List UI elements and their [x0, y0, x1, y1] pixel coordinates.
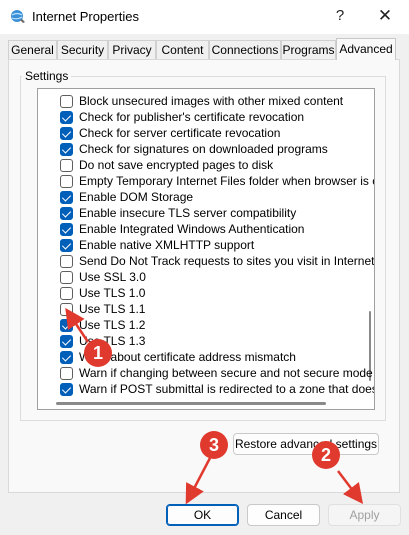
checkbox-checked[interactable]	[60, 207, 73, 220]
checkbox-checked[interactable]	[60, 239, 73, 252]
checkbox-unchecked[interactable]	[60, 303, 73, 316]
settings-item-label: Use SSL 3.0	[79, 270, 146, 284]
horizontal-scrollbar[interactable]	[56, 402, 326, 405]
checkbox-unchecked[interactable]	[60, 271, 73, 284]
checkbox-checked[interactable]	[60, 191, 73, 204]
checkbox-unchecked[interactable]	[60, 255, 73, 268]
tab-general[interactable]: General	[8, 40, 57, 59]
settings-item-label: Warn if changing between secure and not …	[79, 366, 373, 380]
settings-item-label: Empty Temporary Internet Files folder wh…	[79, 174, 375, 188]
tab-programs[interactable]: Programs	[281, 40, 336, 59]
checkbox-checked[interactable]	[60, 335, 73, 348]
restore-advanced-settings-button[interactable]: Restore advanced settings	[233, 433, 379, 455]
checkbox-checked[interactable]	[60, 143, 73, 156]
annotation-badge-3: 3	[200, 431, 228, 459]
checkbox-unchecked[interactable]	[60, 159, 73, 172]
checkbox-checked[interactable]	[60, 111, 73, 124]
cancel-button[interactable]: Cancel	[247, 504, 320, 526]
settings-group-label: Settings	[22, 69, 72, 83]
checkbox-checked[interactable]	[60, 351, 73, 364]
settings-item-label: Check for server certificate revocation	[79, 126, 281, 140]
settings-item-label: Enable Integrated Windows Authentication	[79, 222, 305, 236]
tab-content[interactable]: Content	[156, 40, 209, 59]
tab-privacy[interactable]: Privacy	[108, 40, 156, 59]
checkbox-unchecked[interactable]	[60, 95, 73, 108]
settings-item-label: Enable native XMLHTTP support	[79, 238, 255, 252]
settings-item-label: Enable insecure TLS server compatibility	[79, 206, 297, 220]
settings-item-label: Check for signatures on downloaded progr…	[79, 142, 328, 156]
title-bar: Internet Properties ? ✕	[0, 0, 409, 34]
settings-item-label: Warn if POST submittal is redirected to …	[79, 382, 375, 396]
window-title: Internet Properties	[32, 9, 139, 24]
settings-item-label: Do not save encrypted pages to disk	[79, 158, 274, 172]
help-button[interactable]: ?	[326, 4, 354, 28]
checkbox-unchecked[interactable]	[60, 175, 73, 188]
internet-options-icon	[11, 10, 25, 23]
annotation-badge-1: 1	[84, 339, 112, 367]
checkbox-checked[interactable]	[60, 223, 73, 236]
checkbox-checked[interactable]	[60, 383, 73, 396]
annotation-badge-2: 2	[312, 441, 340, 469]
checkbox-checked[interactable]	[60, 127, 73, 140]
checkbox-checked[interactable]	[60, 319, 73, 332]
tab-connections[interactable]: Connections	[209, 40, 281, 59]
tab-strip: General Security Privacy Content Connect…	[8, 38, 400, 60]
settings-item-label: Send Do Not Track requests to sites you …	[79, 254, 375, 268]
apply-button: Apply	[328, 504, 401, 526]
checkbox-unchecked[interactable]	[60, 287, 73, 300]
tab-security[interactable]: Security	[57, 40, 108, 59]
settings-item-label: Use TLS 1.1	[79, 302, 146, 316]
settings-item-label: Use TLS 1.2	[79, 318, 146, 332]
close-button[interactable]: ✕	[371, 4, 399, 28]
settings-item-label: Use TLS 1.0	[79, 286, 146, 300]
settings-item-label: Enable DOM Storage	[79, 190, 194, 204]
ok-button[interactable]: OK	[166, 504, 239, 526]
tab-advanced[interactable]: Advanced	[336, 38, 396, 60]
checkbox-unchecked[interactable]	[60, 367, 73, 380]
settings-item-label: Block unsecured images with other mixed …	[79, 94, 344, 108]
settings-item-label: Check for publisher's certificate revoca…	[79, 110, 305, 124]
